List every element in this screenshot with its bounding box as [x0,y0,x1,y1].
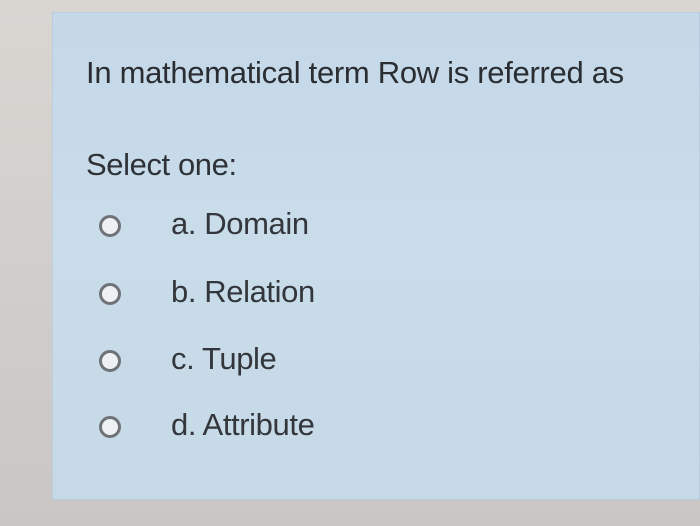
radio-button-c[interactable] [99,350,121,372]
option-c-label[interactable]: c. Tuple [171,341,277,377]
option-b-label[interactable]: b. Relation [171,274,315,310]
radio-button-b[interactable] [99,283,121,305]
question-text: In mathematical term Row is referred as [86,55,624,90]
option-c[interactable]: c. Tuple [52,341,472,381]
radio-button-d[interactable] [99,416,121,438]
question-card: In mathematical term Row is referred as … [52,12,700,500]
select-one-prompt: Select one: [86,147,237,182]
option-d[interactable]: d. Attribute [52,407,472,447]
radio-button-a[interactable] [99,215,121,237]
option-a[interactable]: a. Domain [52,206,472,246]
option-a-label[interactable]: a. Domain [171,206,309,242]
option-d-label[interactable]: d. Attribute [171,407,315,443]
option-b[interactable]: b. Relation [52,274,472,314]
